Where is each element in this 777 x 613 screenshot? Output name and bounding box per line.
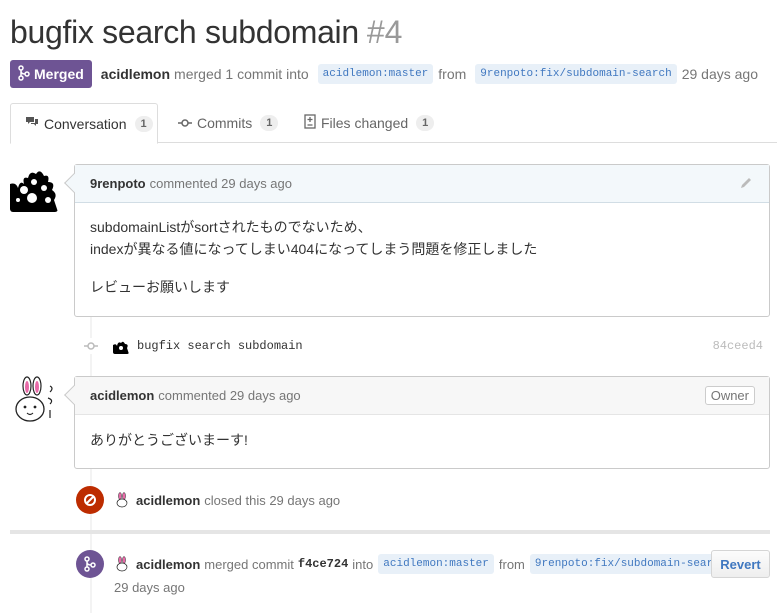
event-text: closed this 29 days ago (204, 492, 341, 508)
merged-state-badge: Merged (10, 60, 92, 88)
base-branch[interactable]: acidlemon:master (317, 64, 434, 84)
tab-files-changed[interactable]: Files changed 1 (290, 103, 448, 143)
tab-commits-count: 1 (260, 115, 279, 131)
event-from: from (498, 556, 525, 572)
base-branch[interactable]: acidlemon:master (378, 554, 494, 574)
comment-discussion-icon (25, 115, 39, 132)
event-author-avatar[interactable] (114, 556, 130, 572)
event-text: merged commit (204, 556, 294, 572)
tab-conversation-label: Conversation (44, 115, 127, 132)
git-commit-icon (83, 338, 99, 354)
tab-conversation-count: 1 (134, 115, 153, 132)
head-branch[interactable]: 9renpoto:fix/subdomain-search (529, 554, 732, 574)
timeline-divider (10, 530, 770, 534)
comment-acidlemon: acidlemon commented 29 days ago Owner あり… (64, 376, 770, 469)
event-author[interactable]: acidlemon (136, 557, 200, 572)
comment-9renpoto: 9renpoto commented 29 days ago subdomain… (64, 164, 770, 317)
closed-event: acidlemon closed this 29 days ago (76, 486, 340, 514)
tab-commits-label: Commits (197, 115, 253, 131)
commit-sha-link[interactable]: 84ceed4 (713, 339, 763, 353)
pencil-icon[interactable] (739, 176, 753, 193)
commit-message-link[interactable]: bugfix search subdomain (137, 339, 303, 353)
pr-title-row: bugfix search subdomain #4 (10, 14, 402, 51)
pr-number: #4 (366, 14, 403, 50)
comment-header: 9renpoto commented 29 days ago (75, 165, 769, 203)
circle-slash-icon (76, 486, 104, 514)
pr-title: bugfix search subdomain (10, 14, 359, 50)
revert-button[interactable]: Revert (711, 550, 770, 578)
git-commit-icon (178, 116, 192, 131)
meta-user-link[interactable]: acidlemon (101, 66, 170, 82)
owner-label: Owner (704, 386, 755, 405)
comment-paragraph: ありがとうございまーす! (90, 432, 248, 448)
tab-conversation[interactable]: Conversation 1 (10, 103, 158, 144)
tab-files-changed-count: 1 (416, 115, 435, 131)
head-branch[interactable]: 9renpoto:fix/subdomain-search (475, 64, 677, 84)
state-label: Merged (34, 66, 84, 82)
git-merge-icon (18, 64, 30, 84)
event-author[interactable]: acidlemon (136, 493, 200, 508)
commit-author-avatar[interactable] (113, 338, 129, 354)
meta-from: from (438, 66, 467, 82)
comment-timestamp[interactable]: commented 29 days ago (158, 388, 300, 403)
merge-commit-sha[interactable]: f4ce724 (298, 557, 348, 571)
tab-commits[interactable]: Commits 1 (164, 103, 292, 143)
comment-timestamp[interactable]: commented 29 days ago (150, 176, 292, 191)
diff-icon (304, 114, 316, 132)
meta-text: merged 1 commit into (174, 66, 309, 82)
avatar-acidlemon[interactable] (10, 376, 58, 424)
commit-item: bugfix search subdomain 84ceed4 (83, 334, 763, 358)
event-author-avatar[interactable] (114, 492, 130, 508)
comment-paragraph: レビューお願いします (90, 279, 230, 295)
comment-header: acidlemon commented 29 days ago Owner (75, 377, 769, 415)
comment-author[interactable]: acidlemon (90, 388, 154, 403)
avatar-9renpoto[interactable] (10, 164, 58, 212)
merged-event: acidlemon merged commit f4ce724 into aci… (76, 550, 736, 578)
tab-files-changed-label: Files changed (321, 115, 409, 131)
pr-tabs: Conversation 1 Commits 1 Files changed 1 (10, 103, 777, 144)
comment-author[interactable]: 9renpoto (90, 176, 146, 191)
git-merge-icon (76, 550, 104, 578)
comment-body: ありがとうございまーす! (75, 415, 769, 467)
merge-event-time: 29 days ago (114, 580, 185, 595)
event-into: into (352, 556, 374, 572)
comment-line: indexが異なる値になってしまい404になってしまう問題を修正しました (90, 241, 538, 257)
comment-body: subdomainListがsortされたものでないため、 indexが異なる値に… (75, 203, 769, 314)
pr-meta: Merged acidlemon merged 1 commit into ac… (10, 60, 762, 88)
comment-line: subdomainListがsortされたものでないため、 (90, 219, 372, 235)
meta-time: 29 days ago (681, 66, 759, 82)
